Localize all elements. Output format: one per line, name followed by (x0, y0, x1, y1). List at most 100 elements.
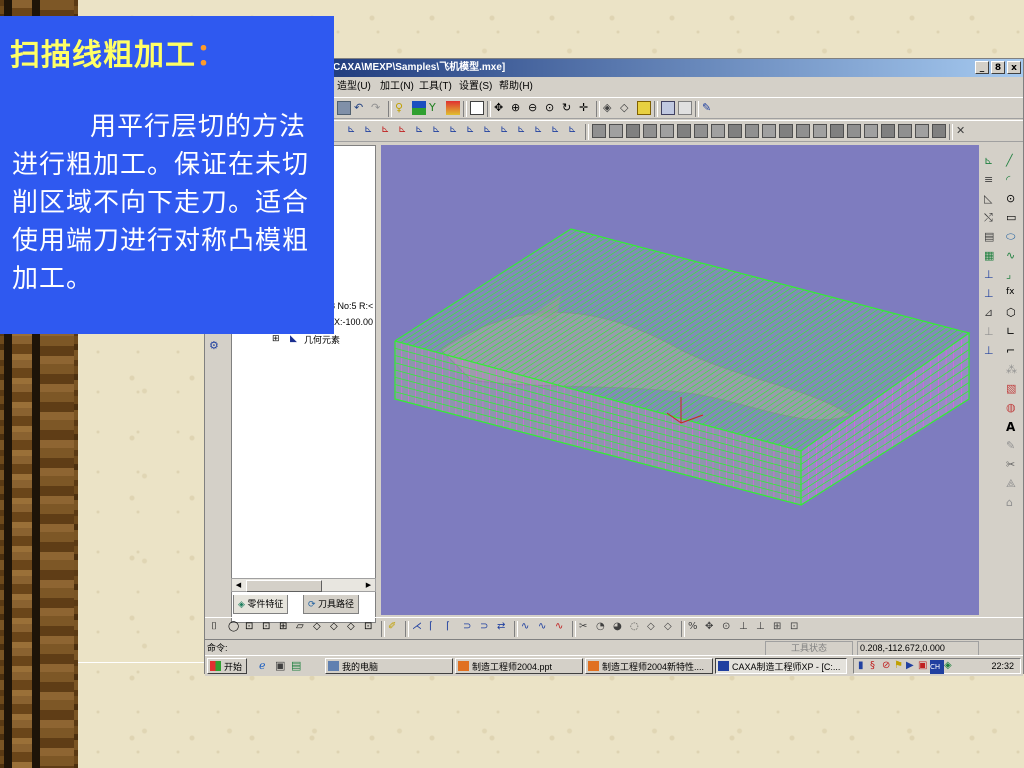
measure-icon[interactable]: ✥ (705, 621, 719, 635)
measure-icon[interactable]: ⊥ (739, 621, 753, 635)
rotate-icon[interactable]: ↻ (562, 101, 576, 115)
curve-icon[interactable]: ◇ (347, 621, 361, 635)
sketch-icon[interactable]: ⊿ (984, 306, 998, 320)
offset-icon[interactable]: ∿ (538, 621, 552, 635)
trim-icon[interactable]: ⌈ (446, 621, 460, 635)
path-icon[interactable]: ⊾ (347, 124, 361, 138)
tab-feature[interactable]: ◈ 零件特征 (233, 595, 289, 614)
surface-icon[interactable] (694, 124, 708, 138)
offset-icon[interactable]: ∿ (555, 621, 569, 635)
surface-icon[interactable] (660, 124, 674, 138)
line-icon[interactable]: ╱ (1006, 154, 1020, 168)
input-method-icon[interactable]: CH (930, 660, 944, 674)
formula-icon[interactable]: fx (1006, 287, 1020, 301)
ie-icon[interactable]: ℯ (259, 659, 273, 673)
task-my-computer[interactable]: 我的电脑 (325, 658, 453, 674)
surface-icon[interactable] (711, 124, 725, 138)
path-icon[interactable]: ⊾ (568, 124, 582, 138)
measure-icon[interactable]: ⊙ (722, 621, 736, 635)
arc-icon[interactable]: ◜ (1006, 173, 1020, 187)
transform-icon[interactable]: ◇ (647, 621, 661, 635)
trim-icon[interactable]: ⊃ (480, 621, 494, 635)
window-icon[interactable] (470, 101, 484, 115)
path-icon[interactable]: ⊾ (483, 124, 497, 138)
sketch-icon[interactable]: ▤ (984, 230, 998, 244)
edit-icon[interactable]: ✎ (1006, 439, 1020, 453)
trim-icon[interactable]: ⌈ (429, 621, 443, 635)
surface-icon[interactable] (745, 124, 759, 138)
desktop-icon[interactable]: ▣ (275, 659, 289, 673)
surface-icon[interactable] (864, 124, 878, 138)
edit-icon[interactable]: ✂ (1006, 458, 1020, 472)
wireframe-icon[interactable]: ◇ (620, 101, 634, 115)
menu-machining[interactable]: 加工(N) (380, 78, 414, 96)
curve-icon[interactable]: ◯ (228, 621, 242, 635)
edit-icon[interactable]: ⟁ (1006, 477, 1020, 491)
sketch-icon[interactable]: ⤭ (984, 211, 998, 225)
delete-icon[interactable]: ✕ (956, 124, 970, 138)
curve-icon[interactable]: ⊡ (364, 621, 378, 635)
close-button[interactable]: x (1007, 61, 1021, 74)
path-icon[interactable]: ⊾ (500, 124, 514, 138)
bracket-icon[interactable]: ⌐ (1006, 344, 1020, 358)
surface-icon[interactable] (677, 124, 691, 138)
scroll-right-arrow[interactable]: ▶ (363, 580, 374, 590)
surface-icon[interactable] (932, 124, 946, 138)
sketch-icon[interactable]: ⊥ (984, 268, 998, 282)
lightbulb-icon[interactable]: ♀ (395, 101, 409, 115)
surface-icon[interactable] (813, 124, 827, 138)
tree-line[interactable]: X:-100.00 (334, 317, 373, 327)
move-icon[interactable]: ✛ (579, 101, 593, 115)
filter-icon[interactable]: Y (429, 101, 443, 115)
path-icon[interactable]: ⊾ (415, 124, 429, 138)
ellipse-icon[interactable]: ⬭ (1006, 230, 1020, 244)
curve-icon[interactable]: ⊞ (279, 621, 293, 635)
scroll-thumb[interactable] (246, 580, 322, 592)
zoom-in-icon[interactable]: ⊕ (511, 101, 525, 115)
zoom-window-icon[interactable]: ⊙ (545, 101, 559, 115)
transform-icon[interactable]: ◔ (596, 621, 610, 635)
layer-icon[interactable] (412, 101, 426, 115)
task-ppt[interactable]: 制造工程师2004.ppt (455, 658, 583, 674)
trim-icon[interactable]: ⇄ (497, 621, 511, 635)
surface-icon[interactable] (592, 124, 606, 138)
tree-horizontal-scrollbar[interactable]: ◀ ▶ (231, 578, 376, 592)
path-icon[interactable]: ⊾ (449, 124, 463, 138)
zoom-out-icon[interactable]: ⊖ (528, 101, 542, 115)
menu-settings[interactable]: 设置(S) (459, 78, 492, 96)
measure-icon[interactable]: % (688, 621, 702, 635)
surface-icon[interactable] (626, 124, 640, 138)
curve-icon[interactable]: ⌷ (211, 621, 225, 635)
measure-icon[interactable]: ⊞ (773, 621, 787, 635)
transform-icon[interactable]: ✂ (579, 621, 593, 635)
curve-icon[interactable]: ◇ (330, 621, 344, 635)
curve-icon[interactable]: ⊡ (245, 621, 259, 635)
surface-icon[interactable] (796, 124, 810, 138)
render-icon[interactable] (637, 101, 651, 115)
menu-tools[interactable]: 工具(T) (419, 78, 452, 96)
color-icon[interactable] (446, 101, 460, 115)
tab-toolpath[interactable]: ⟳ 刀具路径 (303, 595, 360, 614)
path-icon[interactable]: ⊾ (364, 124, 378, 138)
surface-icon[interactable] (830, 124, 844, 138)
sketch-icon[interactable]: ⊥ (984, 344, 998, 358)
view2-icon[interactable] (678, 101, 692, 115)
menu-help[interactable]: 帮助(H) (499, 78, 533, 96)
text-icon[interactable]: A (1006, 420, 1020, 434)
surface-icon[interactable] (847, 124, 861, 138)
trim-icon[interactable]: ⋌ (412, 621, 426, 635)
sketch-icon[interactable]: ≡ (984, 173, 998, 187)
tree-geometry-node[interactable]: 几何元素 (304, 333, 340, 346)
sketch-icon[interactable]: ⊥ (984, 325, 998, 339)
tree-line[interactable]: 8 No:5 R:< (330, 301, 373, 311)
transform-icon[interactable]: ◕ (613, 621, 627, 635)
circle-icon[interactable]: ⊙ (1006, 192, 1020, 206)
path-icon[interactable]: ⊾ (432, 124, 446, 138)
surface-icon[interactable] (762, 124, 776, 138)
surface-icon[interactable] (609, 124, 623, 138)
surface-icon[interactable] (915, 124, 929, 138)
restore-button[interactable]: 8 (991, 61, 1005, 74)
pattern-icon[interactable]: ▧ (1006, 382, 1020, 396)
path-icon[interactable]: ⊾ (534, 124, 548, 138)
sketch-icon[interactable]: ⊾ (984, 154, 998, 168)
